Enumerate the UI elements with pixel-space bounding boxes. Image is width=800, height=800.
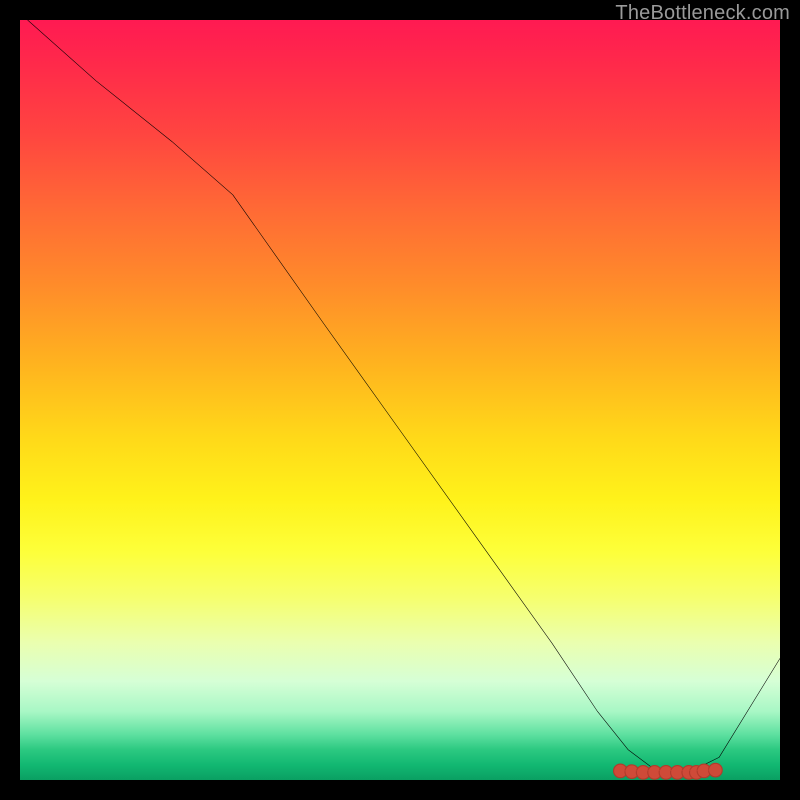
watermark-text: TheBottleneck.com [615, 2, 790, 25]
series-curve [28, 20, 780, 772]
chart-frame: TheBottleneck.com [0, 0, 800, 800]
chart-svg [20, 20, 780, 780]
plot-area [20, 20, 780, 780]
optimal-band-markers [614, 763, 723, 779]
